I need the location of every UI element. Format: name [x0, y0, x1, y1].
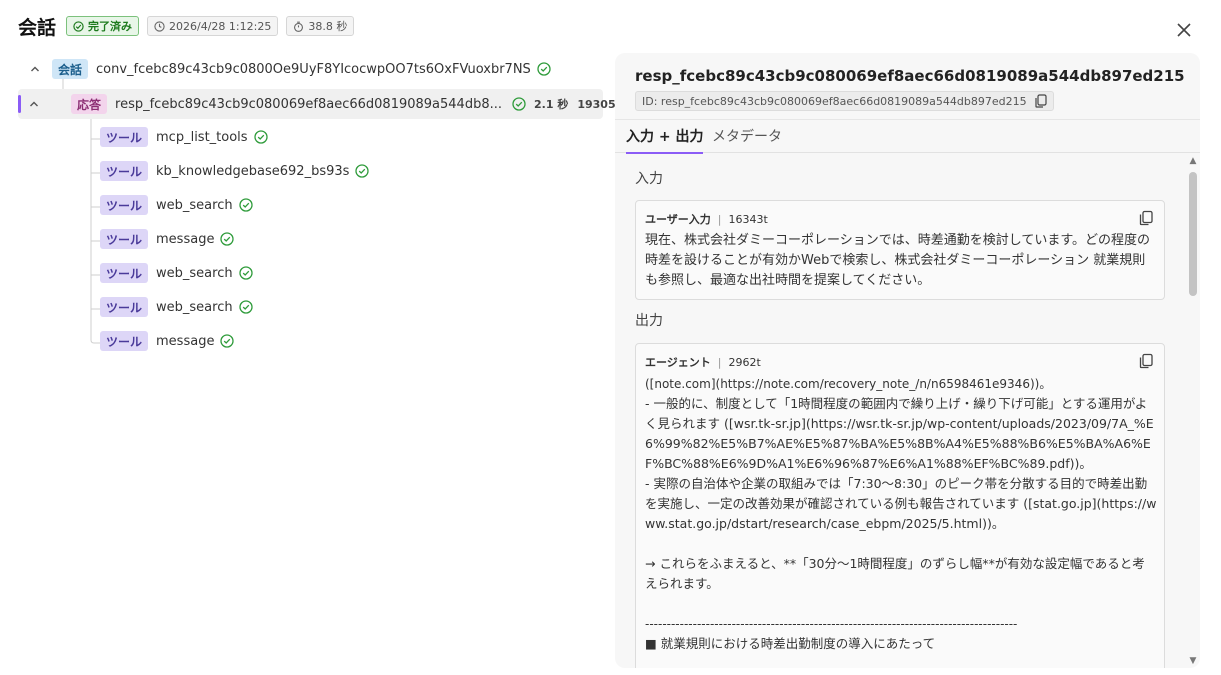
- tool-tag: ツール: [100, 297, 149, 317]
- check-circle-icon: [238, 300, 253, 314]
- conversation-id: conv_fcebc89c43cb9c0800Oe9UyF8YIcocwpOO7…: [96, 61, 531, 77]
- output-line: [645, 534, 1157, 554]
- tree-row-tool[interactable]: ツール kb_knowledgebase692_bs93s: [100, 158, 370, 184]
- response-id-text: ID: resp_fcebc89c43cb9c080069ef8aec66d08…: [642, 94, 1027, 108]
- conversation-tag: 会話: [52, 59, 89, 79]
- tool-name: mcp_list_tools: [156, 129, 248, 145]
- detail-panel: resp_fcebc89c43cb9c080069ef8aec66d081908…: [615, 53, 1200, 668]
- response-tag: 応答: [71, 94, 108, 114]
- copy-icon[interactable]: [1035, 94, 1047, 108]
- tree-row-tool[interactable]: ツール web_search: [100, 192, 253, 218]
- input-tokens: 16343t: [728, 212, 768, 226]
- tool-name: kb_knowledgebase692_bs93s: [156, 163, 350, 179]
- output-card-header: エージェント | 2962t: [645, 354, 761, 370]
- output-card: エージェント | 2962t ([note.com](https://note.…: [635, 343, 1165, 668]
- tab-metadata[interactable]: メタデータ: [712, 126, 782, 152]
- scroll-down-arrow[interactable]: ▼: [1188, 656, 1198, 666]
- output-line: → これらをふまえると、**「30分〜1時間程度」のずらし幅**が有効な設定幅で…: [645, 556, 1145, 591]
- scrollbar[interactable]: ▲ ▼: [1187, 154, 1200, 668]
- output-section-label: 出力: [635, 313, 663, 329]
- output-line: ----------------------------------------…: [645, 617, 1018, 631]
- output-line: ■ 就業規則における時差出勤制度の導入にあたって: [645, 636, 936, 651]
- response-id-chip: ID: resp_fcebc89c43cb9c080069ef8aec66d08…: [635, 91, 1054, 111]
- tool-tag: ツール: [100, 331, 149, 351]
- response-id: resp_fcebc89c43cb9c080069ef8aec66d081908…: [115, 96, 502, 112]
- tree-row-conversation[interactable]: 会話 conv_fcebc89c43cb9c0800Oe9UyF8YIcocwp…: [27, 56, 551, 82]
- output-line: ([note.com](https://note.com/recovery_no…: [645, 377, 1052, 391]
- tree-row-tool[interactable]: ツール message: [100, 328, 235, 354]
- copy-icon[interactable]: [1138, 353, 1154, 369]
- input-text: 現在、株式会社ダミーコーポレーションでは、時差通勤を検討しています。どの程度の時…: [645, 233, 1151, 288]
- check-circle-icon: [355, 164, 370, 178]
- trace-tree: 会話 conv_fcebc89c43cb9c0800Oe9UyF8YIcocwp…: [0, 0, 621, 675]
- tool-name: web_search: [156, 265, 233, 281]
- output-tokens: 2962t: [728, 355, 761, 369]
- check-circle-icon: [512, 97, 526, 111]
- input-card: ユーザー入力 | 16343t 現在、株式会社ダミーコーポレーションでは、時差通…: [635, 200, 1165, 300]
- tool-tag: ツール: [100, 229, 149, 249]
- tree-row-tool[interactable]: ツール web_search: [100, 260, 253, 286]
- output-line: - 一般的に、制度として「1時間程度の範囲内で繰り上げ・繰り下げ可能」とする運用…: [645, 396, 1154, 471]
- tool-name: message: [156, 231, 215, 247]
- check-circle-icon: [220, 232, 235, 246]
- check-circle-icon: [220, 334, 235, 348]
- close-icon[interactable]: [1173, 19, 1195, 41]
- input-role: ユーザー入力: [645, 213, 711, 226]
- response-duration: 2.1 秒: [534, 98, 569, 111]
- content-scroll-area[interactable]: 入力 ユーザー入力 | 16343t 現在、株式会社ダミーコーポレーションでは、…: [615, 154, 1187, 668]
- chevron-up-icon[interactable]: [27, 61, 43, 77]
- check-circle-icon: [537, 62, 551, 76]
- tool-tag: ツール: [100, 263, 149, 283]
- tab-bar: 入力 + 出力 メタデータ: [615, 119, 1200, 154]
- check-circle-icon: [238, 198, 253, 212]
- output-line: - 実際の自治体や企業の取組みでは「7:30〜8:30」のピーク帯を分散する目的…: [645, 476, 1157, 531]
- response-title: resp_fcebc89c43cb9c080069ef8aec66d081908…: [635, 67, 1185, 85]
- tab-input-output[interactable]: 入力 + 出力: [626, 126, 704, 154]
- tool-name: web_search: [156, 197, 233, 213]
- input-card-header: ユーザー入力 | 16343t: [645, 211, 768, 227]
- output-role: エージェント: [645, 356, 711, 369]
- tree-row-tool[interactable]: ツール message: [100, 226, 235, 252]
- divider: |: [717, 212, 722, 226]
- tool-tag: ツール: [100, 127, 149, 147]
- selection-indicator: [18, 95, 21, 113]
- output-line: [645, 594, 1157, 614]
- check-circle-icon: [253, 130, 268, 144]
- tree-row-tool[interactable]: ツール mcp_list_tools: [100, 124, 268, 150]
- chevron-up-icon[interactable]: [28, 96, 40, 112]
- scroll-up-arrow[interactable]: ▲: [1188, 156, 1198, 166]
- output-text: ([note.com](https://note.com/recovery_no…: [645, 374, 1157, 654]
- tool-tag: ツール: [100, 161, 149, 181]
- tree-row-tool[interactable]: ツール web_search: [100, 294, 253, 320]
- tool-name: web_search: [156, 299, 233, 315]
- divider: |: [717, 355, 722, 369]
- tool-tag: ツール: [100, 195, 149, 215]
- tool-name: message: [156, 333, 215, 349]
- scrollbar-thumb[interactable]: [1189, 172, 1197, 296]
- tree-row-response[interactable]: 応答 resp_fcebc89c43cb9c080069ef8aec66d081…: [18, 89, 621, 119]
- copy-icon[interactable]: [1138, 210, 1154, 226]
- check-circle-icon: [238, 266, 253, 280]
- input-section-label: 入力: [635, 171, 663, 187]
